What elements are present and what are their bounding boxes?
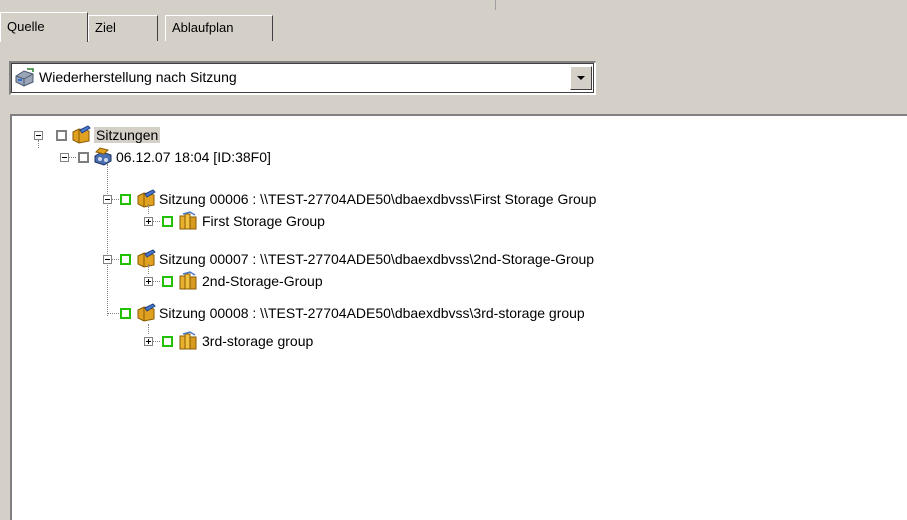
collapse-toggle[interactable] [103, 195, 112, 204]
tree-line [112, 259, 119, 261]
expand-toggle[interactable] [144, 217, 153, 226]
restore-method-select[interactable]: Wiederherstellung nach Sitzung [9, 61, 596, 95]
tab-quelle-label: Quelle [7, 19, 45, 34]
tree-line [112, 199, 119, 201]
tree-node-session-7[interactable]: Sitzung 00007 : \\TEST-27704ADE50\dbaexd… [12, 248, 892, 270]
restore-drive-icon [15, 68, 34, 87]
tree-line [148, 204, 150, 214]
session-folder-icon [137, 189, 156, 208]
sessions-folder-icon [72, 125, 91, 144]
select-checkbox[interactable] [162, 276, 173, 287]
select-checkbox[interactable] [78, 152, 89, 163]
tree-line [153, 341, 160, 343]
tree-node-tape[interactable]: 06.12.07 18:04 [ID:38F0] [12, 146, 412, 168]
tab-ziel[interactable]: Ziel [88, 15, 158, 41]
select-checkbox[interactable] [120, 308, 131, 319]
tree-node-label: Sitzungen [94, 127, 161, 143]
tab-ablaufplan-label: Ablaufplan [172, 20, 234, 35]
collapse-toggle[interactable] [34, 131, 43, 140]
collapse-toggle[interactable] [60, 153, 69, 162]
dropdown-arrow-button[interactable] [570, 66, 592, 90]
session-folder-icon [137, 249, 156, 268]
tab-ablaufplan[interactable]: Ablaufplan [165, 15, 273, 41]
top-strip [0, 0, 907, 10]
restore-method-value: Wiederherstellung nach Sitzung [39, 69, 237, 85]
splitter-tick [495, 0, 496, 10]
session-folder-icon [137, 303, 156, 322]
storage-group-icon [179, 331, 197, 350]
select-checkbox[interactable] [120, 254, 131, 265]
collapse-toggle[interactable] [103, 255, 112, 264]
session-tree[interactable]: Sitzungen 06.12.07 18:04 [ID:38F0] Sitzu… [10, 114, 907, 520]
tree-line [107, 164, 109, 316]
tab-bar: Quelle Ziel Ablaufplan [0, 12, 907, 42]
tree-node-sitzungen[interactable]: Sitzungen [12, 124, 312, 146]
tree-line [148, 264, 150, 274]
expand-toggle[interactable] [144, 277, 153, 286]
select-checkbox[interactable] [162, 216, 173, 227]
tape-media-icon [94, 147, 112, 166]
tree-node-session-8[interactable]: Sitzung 00008 : \\TEST-27704ADE50\dbaexd… [12, 302, 892, 324]
tab-quelle[interactable]: Quelle [0, 12, 88, 42]
tree-node-label: First Storage Group [202, 213, 325, 229]
tree-node-label: 2nd-Storage-Group [202, 273, 323, 289]
tree-node-storage-group[interactable]: 3rd-storage group [12, 324, 512, 352]
tree-node-label: Sitzung 00007 : \\TEST-27704ADE50\dbaexd… [159, 251, 595, 267]
storage-group-icon [179, 211, 197, 230]
tree-node-label: 06.12.07 18:04 [ID:38F0] [116, 149, 271, 165]
select-checkbox[interactable] [56, 130, 67, 141]
tree-line [153, 221, 160, 223]
storage-group-icon [179, 271, 197, 290]
tree-node-storage-group[interactable]: First Storage Group [12, 204, 512, 232]
tree-node-storage-group[interactable]: 2nd-Storage-Group [12, 264, 512, 292]
tree-line [69, 157, 76, 159]
tree-line [153, 281, 160, 283]
tree-node-label: Sitzung 00006 : \\TEST-27704ADE50\dbaexd… [159, 191, 597, 207]
select-checkbox[interactable] [162, 336, 173, 347]
tree-node-session-6[interactable]: Sitzung 00006 : \\TEST-27704ADE50\dbaexd… [12, 188, 892, 210]
tree-line [108, 313, 119, 315]
tree-node-label: 3rd-storage group [202, 333, 314, 349]
expand-toggle[interactable] [144, 337, 153, 346]
tab-ziel-label: Ziel [95, 20, 116, 35]
tree-line [148, 324, 150, 334]
select-checkbox[interactable] [120, 194, 131, 205]
tree-node-label: Sitzung 00008 : \\TEST-27704ADE50\dbaexd… [159, 305, 585, 321]
